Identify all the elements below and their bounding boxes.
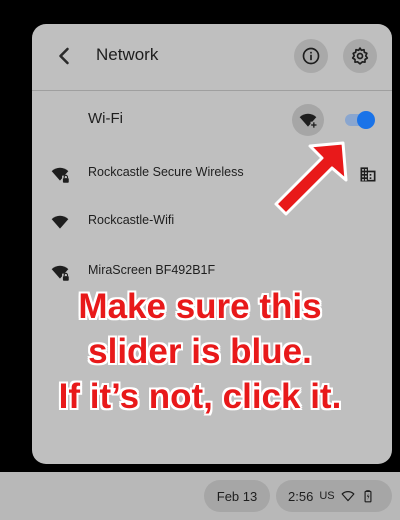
wifi-toggle-slider[interactable] [343, 110, 375, 130]
info-button[interactable] [294, 39, 328, 73]
status-tray-button[interactable]: 2:56 US [276, 480, 392, 512]
instruction-overlay: Make sure this slider is blue. If it’s n… [0, 284, 400, 419]
date-tray-button[interactable]: Feb 13 [204, 480, 270, 512]
battery-icon [364, 490, 372, 503]
settings-button[interactable] [343, 39, 377, 73]
network-name: MiraScreen BF492B1F [88, 263, 216, 277]
wifi-secure-icon [50, 164, 70, 184]
header-divider [32, 90, 392, 91]
instruction-line-2: slider is blue. [88, 332, 312, 371]
wifi-secure-icon [50, 262, 70, 282]
input-locale: US [319, 490, 335, 502]
arrow-back-icon [59, 47, 69, 65]
info-icon [302, 47, 320, 65]
instruction-line-1: Make sure this [78, 287, 322, 326]
wifi-status-icon [341, 491, 355, 502]
gear-icon [351, 47, 369, 65]
network-name: Rockcastle Secure Wireless [88, 165, 244, 179]
add-wifi-network-button[interactable] [292, 104, 324, 136]
annotation-arrow-icon [274, 141, 348, 216]
enterprise-building-icon [358, 164, 378, 184]
system-shelf: Feb 13 2:56 US [0, 472, 400, 520]
wifi-label: Wi-Fi [88, 110, 123, 127]
clock-time: 2:56 [288, 488, 314, 504]
panel-header: Network [32, 24, 392, 88]
wifi-add-icon [299, 113, 318, 129]
toggle-thumb [357, 111, 375, 129]
page-title: Network [96, 45, 159, 64]
wifi-toggle-row: Wi-Fi [32, 96, 392, 144]
instruction-line-3: If it’s not, click it. [58, 377, 342, 416]
wifi-icon [50, 212, 70, 232]
back-button[interactable] [50, 42, 78, 70]
network-name: Rockcastle-Wifi [88, 213, 175, 227]
